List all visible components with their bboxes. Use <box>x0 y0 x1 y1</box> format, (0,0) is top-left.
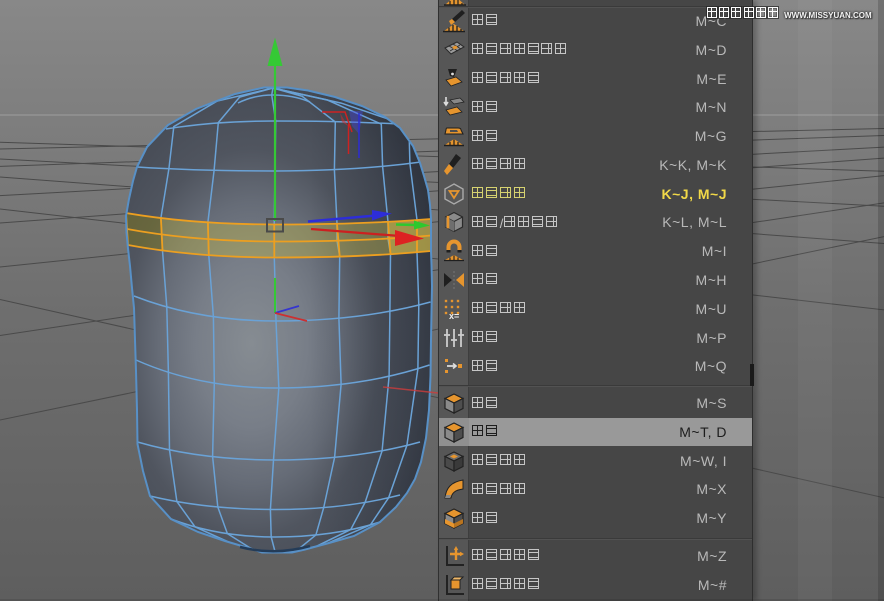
svg-text:x=: x= <box>449 311 459 321</box>
